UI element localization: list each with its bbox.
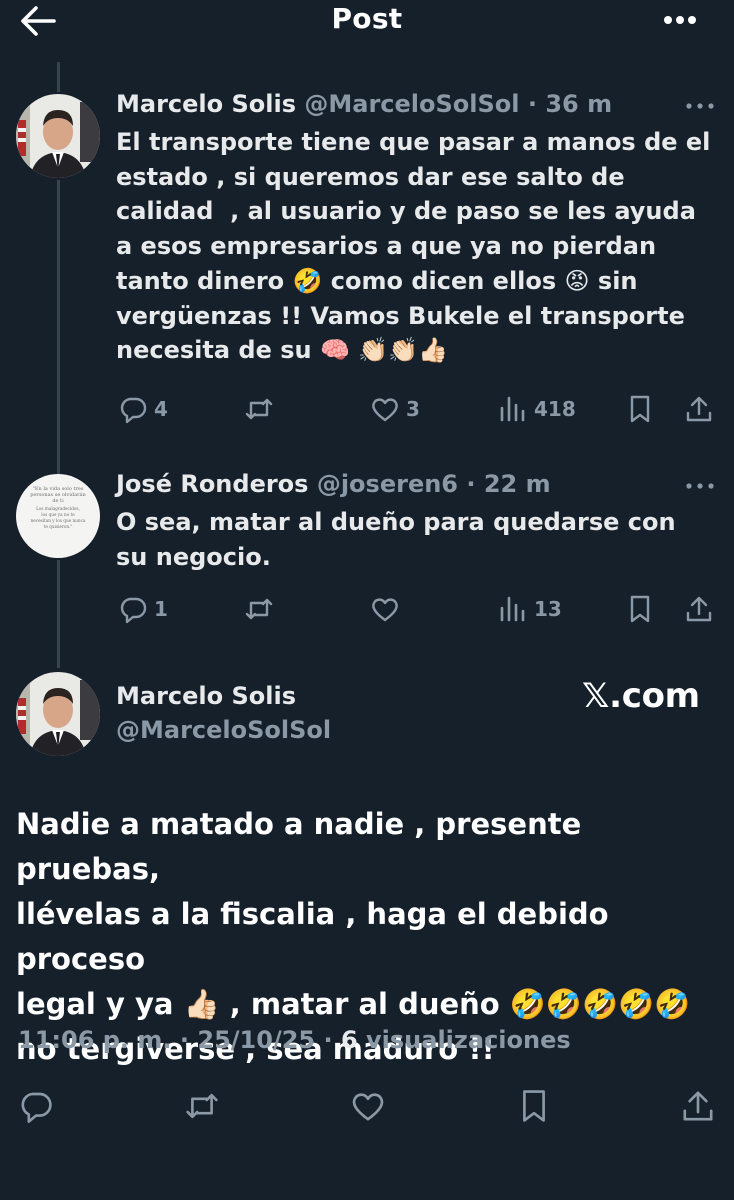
repost-button[interactable] <box>184 1088 220 1124</box>
share-button[interactable] <box>684 594 714 624</box>
timestamp[interactable]: 22 m <box>484 470 551 498</box>
repost-button[interactable] <box>244 594 280 624</box>
like-button[interactable] <box>370 594 406 624</box>
tweet-header: José Ronderos @joseren6 · 22 m <box>116 470 551 498</box>
tweet-text: El transporte tiene que pasar a manos de… <box>116 128 711 365</box>
avatar[interactable]: "En la vida solo tres personas se olvida… <box>16 474 100 558</box>
view-count: 13 <box>534 597 562 621</box>
reply-button[interactable]: 1 <box>118 594 168 624</box>
views-bar-icon <box>500 596 525 622</box>
svg-text:te quisieron.": te quisieron." <box>44 524 73 529</box>
more-horizontal-icon <box>686 103 714 109</box>
share-icon <box>686 596 712 622</box>
like-count: 3 <box>406 397 420 421</box>
views-label[interactable]: visualizaciones <box>366 1026 571 1054</box>
reply-count: 4 <box>154 397 168 421</box>
bookmark-icon <box>630 595 650 623</box>
post-time[interactable]: 11:06 p. m. <box>18 1026 172 1054</box>
author-name[interactable]: Marcelo Solis <box>116 682 296 710</box>
reply-button[interactable]: 4 <box>118 394 168 424</box>
repost-icon <box>245 598 273 620</box>
tweet-more-button[interactable] <box>684 478 716 494</box>
views-bar-icon <box>500 396 525 422</box>
separator: · <box>527 90 537 118</box>
post-date[interactable]: 25/10/25 <box>197 1026 315 1054</box>
thread-line <box>57 62 60 92</box>
thread-line <box>57 560 60 668</box>
repost-icon <box>245 398 273 420</box>
author-handle[interactable]: @joseren6 <box>317 470 458 498</box>
share-button[interactable] <box>680 1088 716 1124</box>
x-watermark: 𝕏.com <box>582 676 700 716</box>
post-meta: 11:06 p. m. · 25/10/25 · 6 visualizacion… <box>18 1026 571 1054</box>
svg-text:los que ya no te: los que ya no te <box>41 512 75 517</box>
reply-icon <box>120 397 147 424</box>
reply-icon <box>120 597 147 624</box>
author-handle[interactable]: @MarceloSolSol <box>116 716 331 744</box>
svg-text:necesitan y los que nunca: necesitan y los que nunca <box>31 518 86 523</box>
separator: · <box>323 1026 333 1054</box>
share-icon <box>683 1091 713 1121</box>
more-horizontal-icon <box>664 16 696 24</box>
repost-button[interactable] <box>244 394 280 424</box>
views-button[interactable]: 418 <box>498 394 576 424</box>
author-handle[interactable]: @MarceloSolSol <box>304 90 519 118</box>
bookmark-button[interactable] <box>516 1088 552 1124</box>
heart-icon <box>352 1093 384 1121</box>
timestamp[interactable]: 36 m <box>545 90 612 118</box>
bookmark-icon <box>523 1090 545 1122</box>
share-button[interactable] <box>684 394 714 424</box>
reply-icon <box>21 1092 52 1123</box>
like-button[interactable]: 3 <box>370 394 420 424</box>
more-options-button[interactable] <box>660 8 700 32</box>
view-count: 418 <box>534 397 576 421</box>
tweet-text: O sea, matar al dueño para quedarse con … <box>116 508 676 571</box>
separator: · <box>466 470 476 498</box>
views-button[interactable]: 13 <box>498 594 562 624</box>
more-horizontal-icon <box>686 483 714 489</box>
heart-icon <box>372 398 398 422</box>
avatar[interactable] <box>16 672 100 756</box>
bookmark-button[interactable] <box>625 594 655 624</box>
heart-icon <box>372 598 398 622</box>
separator: · <box>179 1026 190 1054</box>
like-button[interactable] <box>350 1088 386 1124</box>
repost-icon <box>186 1093 218 1119</box>
author-name[interactable]: José Ronderos <box>116 470 308 498</box>
tweet-header: Marcelo Solis @MarceloSolSol · 36 m <box>116 90 612 118</box>
reply-count: 1 <box>154 597 168 621</box>
thread-line <box>57 180 60 476</box>
svg-text:de ti: de ti <box>52 498 64 504</box>
bookmark-icon <box>630 395 650 423</box>
share-icon <box>686 396 712 422</box>
reply-button[interactable] <box>18 1088 54 1124</box>
bookmark-button[interactable] <box>625 394 655 424</box>
views-count: 6 <box>340 1026 358 1054</box>
tweet-more-button[interactable] <box>684 98 716 114</box>
svg-text:personas se olvidarán: personas se olvidarán <box>30 491 86 498</box>
avatar[interactable] <box>16 94 100 178</box>
author-name[interactable]: Marcelo Solis <box>116 90 296 118</box>
page-title: Post <box>331 2 403 35</box>
svg-text:Los malagradecidos,: Los malagradecidos, <box>36 506 80 511</box>
